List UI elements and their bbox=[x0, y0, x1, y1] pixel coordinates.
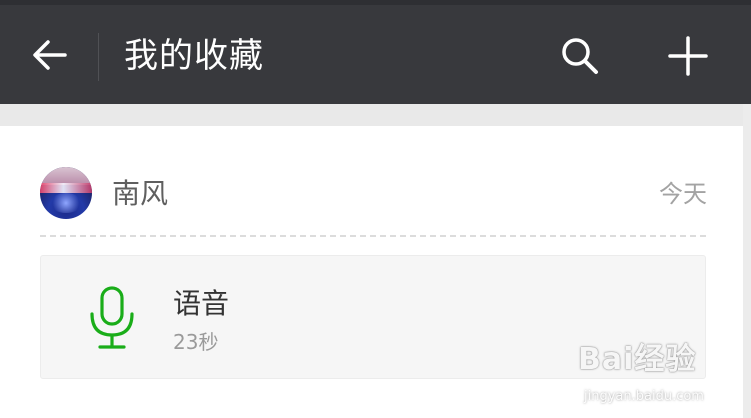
voice-duration: 23秒 bbox=[173, 330, 219, 354]
baidu-jingyan-watermark: Bai经验 jingyan.baidu.com bbox=[578, 336, 744, 412]
add-button[interactable] bbox=[660, 30, 716, 82]
microphone-icon bbox=[87, 286, 137, 350]
favorite-date: 今天 bbox=[659, 180, 707, 208]
avatar bbox=[40, 167, 92, 219]
sender-name: 南风 bbox=[112, 177, 169, 210]
avatar-glow bbox=[50, 193, 82, 213]
top-app-bar: 我的收藏 bbox=[0, 0, 751, 104]
status-strip bbox=[0, 0, 751, 5]
section-gap bbox=[0, 104, 751, 126]
back-button[interactable] bbox=[22, 30, 78, 80]
right-edge-shade bbox=[743, 104, 751, 418]
search-icon bbox=[562, 38, 598, 74]
avatar-lights bbox=[40, 183, 92, 193]
header-divider bbox=[98, 33, 99, 81]
search-button[interactable] bbox=[552, 30, 608, 82]
plus-icon bbox=[668, 36, 708, 76]
watermark-url: jingyan.baidu.com bbox=[584, 389, 704, 404]
arrow-left-icon bbox=[33, 40, 67, 70]
dashed-divider bbox=[40, 235, 706, 237]
watermark-logo-text: Bai经验 bbox=[578, 342, 697, 377]
voice-title: 语音 bbox=[173, 287, 230, 320]
page-title: 我的收藏 bbox=[124, 36, 264, 76]
favorites-screen: 我的收藏 南风 今天 语音 23秒 Bai经验 jingyan.baidu.co… bbox=[0, 0, 751, 418]
